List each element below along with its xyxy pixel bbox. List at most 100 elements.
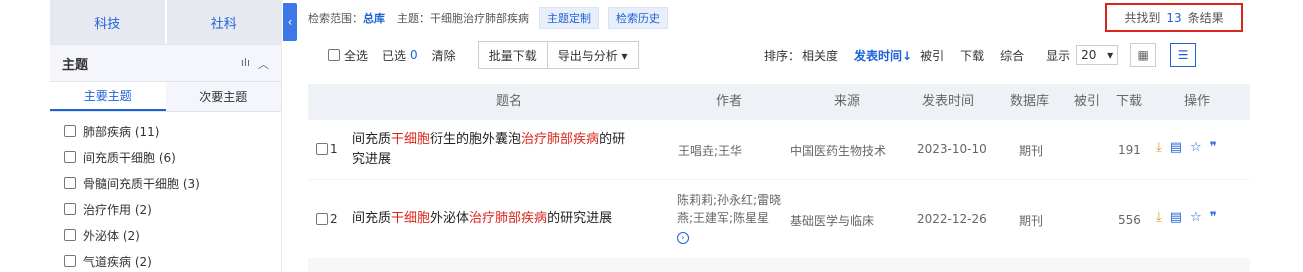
search-results-page: 科技 社科 主题 ılı ︿ 主要主题 次要主题 肺部疾病 (11) 间充质干细…: [0, 0, 1303, 272]
table-row: 1 间充质干细胞衍生的胞外囊泡治疗肺部疾病的研 究进展 王唱垚;王华 中国医药生物…: [308, 120, 1250, 180]
chevron-up-icon[interactable]: ︿: [258, 56, 269, 72]
checkbox[interactable]: [64, 229, 76, 241]
col-actions: 操作: [1184, 94, 1211, 109]
paper-title-link[interactable]: 间充质干细胞衍生的胞外囊泡治疗肺部疾病的研 究进展: [352, 130, 672, 170]
checkbox[interactable]: [64, 151, 76, 163]
download-count: 556: [1118, 213, 1141, 227]
topic-label: 治疗作用 (2): [83, 202, 152, 217]
col-downloads: 下载: [1116, 94, 1143, 109]
author-link[interactable]: 王唱垚;王华: [678, 142, 742, 159]
more-authors-icon[interactable]: ›: [677, 232, 689, 244]
checkbox[interactable]: [316, 143, 328, 155]
topic-section-title: 主题: [62, 57, 89, 73]
sort-cited[interactable]: 被引: [920, 47, 944, 64]
topic-item[interactable]: 骨髓间充质干细胞 (3): [50, 170, 281, 196]
col-author: 作者: [716, 94, 743, 109]
paper-title-link[interactable]: 间充质干细胞外泌体治疗肺部疾病的研究进展: [352, 209, 672, 229]
topic-item[interactable]: 外泌体 (2): [50, 222, 281, 248]
page-size-select[interactable]: 20 ▾: [1076, 45, 1119, 65]
row-select[interactable]: 1: [316, 142, 338, 156]
grid-icon: ▦: [1137, 48, 1149, 62]
batch-download-button[interactable]: 批量下载: [477, 41, 548, 69]
title-highlight: 干细胞: [391, 211, 431, 226]
col-database: 数据库: [1010, 94, 1050, 109]
col-title: 题名: [496, 94, 523, 109]
topic-section-header[interactable]: 主题 ılı ︿: [50, 44, 281, 82]
cite-icon[interactable]: ❞: [1210, 210, 1217, 225]
topic-sub-tabs: 主要主题 次要主题: [50, 82, 281, 112]
checkbox[interactable]: [316, 213, 328, 225]
topic-label: 肺部疾病 (11): [83, 124, 160, 139]
caret-down-icon: ▾: [1107, 48, 1114, 62]
checkbox[interactable]: [328, 49, 340, 61]
select-all-label: 全选: [344, 48, 369, 63]
results-toolbar: 全选 已选 0 清除 批量下载 导出与分析 ▾ 排序： 相关度 发表时间↓ 被引 …: [308, 38, 1242, 72]
author-list: 陈莉莉;孙永红;雷晓 燕;王建军;陈星星 ›: [677, 191, 781, 245]
sort-publish-date[interactable]: 发表时间↓: [854, 47, 912, 64]
author-link[interactable]: 陈莉莉;孙永红;雷晓: [677, 193, 781, 207]
grid-view-button[interactable]: ▦: [1130, 43, 1157, 67]
col-date: 发表时间: [922, 94, 975, 109]
list-view-button[interactable]: ☰: [1170, 43, 1197, 67]
topic-label: 间充质干细胞 (6): [83, 150, 176, 165]
html-read-icon[interactable]: ▤: [1170, 210, 1182, 225]
topic-label: 骨髓间充质干细胞 (3): [83, 176, 200, 191]
row-index: 2: [330, 212, 338, 226]
checkbox[interactable]: [64, 125, 76, 137]
favorite-icon[interactable]: ☆: [1190, 210, 1202, 225]
chart-icon[interactable]: ılı: [241, 56, 250, 72]
topic-item[interactable]: 间充质干细胞 (6): [50, 144, 281, 170]
scope-label: 检索范围：: [308, 12, 363, 25]
scope-value[interactable]: 总库: [363, 10, 385, 26]
selected-count: 0: [410, 48, 418, 62]
author-link[interactable]: 燕;王建军;陈星星: [677, 211, 769, 225]
topic-item[interactable]: 肺部疾病 (11): [50, 118, 281, 144]
html-read-icon[interactable]: ▤: [1170, 140, 1182, 155]
results-table-header: 题名 作者 来源 发表时间 数据库 被引 下载 操作: [308, 84, 1250, 120]
result-prefix: 共找到: [1124, 11, 1161, 25]
selected-label: 已选: [382, 48, 407, 63]
topic-custom-button[interactable]: 主题定制: [539, 7, 599, 29]
collapse-sidebar-button[interactable]: ‹: [283, 3, 297, 41]
search-history-button[interactable]: 检索历史: [608, 7, 668, 29]
cite-icon[interactable]: ❞: [1210, 140, 1217, 155]
checkbox[interactable]: [64, 177, 76, 189]
favorite-icon[interactable]: ☆: [1190, 140, 1202, 155]
topic-label: 气道疾病 (2): [83, 254, 152, 269]
download-icon[interactable]: ⤓: [1156, 140, 1162, 155]
publish-date: 2023-10-10: [917, 142, 987, 156]
title-highlight: 治疗肺部疾病: [521, 132, 600, 147]
sort-relevance[interactable]: 相关度: [802, 47, 838, 64]
tab-primary-topic[interactable]: 主要主题: [50, 82, 166, 111]
select-all[interactable]: 全选: [328, 47, 368, 64]
result-suffix: 条结果: [1187, 11, 1224, 25]
tab-social-science[interactable]: 社科: [164, 0, 282, 44]
chevron-left-icon: ‹: [287, 15, 293, 29]
title-text: 的研究进展: [547, 211, 613, 226]
sort-label: 排序：: [764, 48, 801, 63]
checkbox[interactable]: [64, 255, 76, 267]
export-analysis-dropdown[interactable]: 导出与分析 ▾: [547, 41, 639, 69]
row-select[interactable]: 2: [316, 212, 338, 226]
checkbox[interactable]: [64, 203, 76, 215]
title-text: 衍生的胞外囊泡: [430, 132, 522, 147]
sort-downloads[interactable]: 下载: [960, 47, 984, 64]
source-link[interactable]: 中国医药生物技术: [790, 142, 886, 159]
clear-button[interactable]: 清除: [432, 47, 456, 64]
topic-item[interactable]: 气道疾病 (2): [50, 248, 281, 272]
title-text: 究进展: [352, 152, 392, 167]
download-icon[interactable]: ⤓: [1156, 210, 1162, 225]
source-link[interactable]: 基础医学与临床: [790, 212, 874, 229]
tab-secondary-topic[interactable]: 次要主题: [165, 82, 281, 111]
filter-sidebar: 科技 社科 主题 ılı ︿ 主要主题 次要主题 肺部疾病 (11) 间充质干细…: [50, 0, 282, 272]
title-text: 间充质: [352, 132, 392, 147]
tab-technology[interactable]: 科技: [50, 0, 165, 44]
database: 期刊: [1019, 144, 1044, 158]
title-text: 间充质: [352, 211, 392, 226]
topic-item[interactable]: 治疗作用 (2): [50, 196, 281, 222]
sort-composite[interactable]: 综合: [1000, 47, 1024, 64]
title-highlight: 干细胞: [391, 132, 431, 147]
subject-label: 主题：: [397, 12, 430, 25]
table-row: 2 间充质干细胞外泌体治疗肺部疾病的研究进展 陈莉莉;孙永红;雷晓 燕;王建军;…: [308, 181, 1250, 257]
search-info-bar: 检索范围： 总库 主题： 干细胞治疗肺部疾病 主题定制 检索历史: [308, 7, 677, 29]
